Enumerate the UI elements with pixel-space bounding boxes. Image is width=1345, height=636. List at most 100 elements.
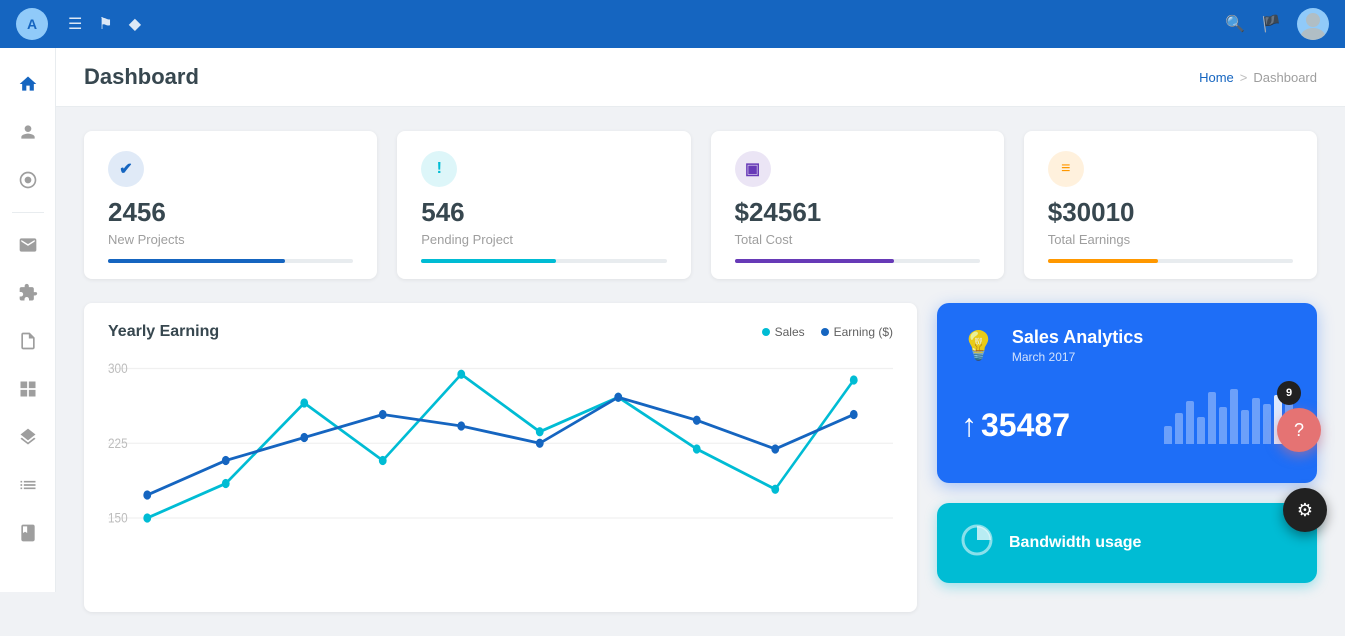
stat-bar-bg-1 [421,259,666,263]
chart-wrapper: 300 225 150 [108,357,893,592]
stat-label-0: New Projects [108,232,353,247]
svg-text:300: 300 [108,360,128,376]
fab-help-button[interactable]: ? [1277,408,1321,452]
page-header: Dashboard Home > Dashboard [56,48,1345,107]
chart-card: Yearly Earning Sales Earning ($) 300 225 … [84,303,917,612]
sidebar-item-users[interactable] [8,112,48,152]
navbar-icons: ☰ ⚑ ◆ [68,14,141,34]
sidebar [0,48,56,592]
pie-icon [961,524,993,563]
analytics-value-row: ↑ 35487 [961,384,1293,444]
legend-item-sales: Sales [762,325,805,339]
stat-bar-bg-2 [735,259,980,263]
stat-label-2: Total Cost [735,232,980,247]
flag-icon[interactable]: ⚑ [98,14,112,34]
breadcrumb-separator: > [1240,70,1248,85]
search-icon[interactable]: 🔍 [1225,14,1245,34]
analytics-value: ↑ 35487 [961,407,1070,444]
page-title: Dashboard [84,64,199,90]
sidebar-item-target[interactable] [8,160,48,200]
analytics-bar-chart [1164,384,1293,444]
yearly-earning-chart: 300 225 150 [108,357,893,587]
stat-card-0: ✔ 2456 New Projects [84,131,377,279]
lightbulb-icon: 💡 [961,329,996,362]
stat-icon-3: ≡ [1048,151,1084,187]
flag-us-icon[interactable]: 🏴 [1261,14,1281,34]
stat-icon-1: ! [421,151,457,187]
stat-bar-fill-2 [735,259,894,263]
chart-title: Yearly Earning [108,323,219,341]
legend-label: Earning ($) [834,325,893,339]
analytics-bar-7 [1241,410,1249,444]
analytics-subtitle: March 2017 [1012,350,1143,364]
legend-dot [821,328,829,336]
navbar-avatar[interactable]: A [16,8,48,40]
breadcrumb-current: Dashboard [1253,70,1317,85]
main-content: Dashboard Home > Dashboard ✔ 2456 New Proj… [56,48,1345,636]
svg-text:225: 225 [108,435,128,451]
chart-legend: Sales Earning ($) [762,325,893,339]
stats-row: ✔ 2456 New Projects! 546 Pending Project ▣ $24… [84,131,1317,279]
sidebar-item-home[interactable] [8,64,48,104]
analytics-arrow: ↑ [961,407,977,444]
sidebar-item-book[interactable] [8,513,48,553]
stat-card-3: ≡ $30010 Total Earnings [1024,131,1317,279]
analytics-badge: 9 [1277,381,1301,405]
fab-settings-button[interactable]: ⚙ [1283,488,1327,532]
stat-bar-fill-1 [421,259,556,263]
sidebar-item-grid[interactable] [8,369,48,409]
sidebar-item-layers[interactable] [8,417,48,457]
analytics-bar-9 [1263,404,1271,444]
breadcrumb: Home > Dashboard [1199,70,1317,85]
user-avatar[interactable] [1297,8,1329,40]
stat-value-2: $24561 [735,197,980,228]
stat-bar-fill-0 [108,259,285,263]
stat-value-0: 2456 [108,197,353,228]
chart-header: Yearly Earning Sales Earning ($) [108,323,893,341]
breadcrumb-home[interactable]: Home [1199,70,1234,85]
stat-bar-bg-0 [108,259,353,263]
diamond-icon[interactable]: ◆ [129,14,141,34]
sidebar-divider-1 [12,212,44,213]
analytics-bar-1 [1175,413,1183,444]
right-cards: 💡 Sales Analytics March 2017 ↑ 35487 [937,303,1317,612]
analytics-bar-4 [1208,392,1216,444]
svg-text:150: 150 [108,510,128,526]
analytics-card: 💡 Sales Analytics March 2017 ↑ 35487 [937,303,1317,483]
analytics-title: Sales Analytics [1012,327,1143,348]
sidebar-item-puzzle[interactable] [8,273,48,313]
analytics-header: 💡 Sales Analytics March 2017 [961,327,1293,364]
stat-bar-fill-3 [1048,259,1158,263]
analytics-bar-3 [1197,417,1205,444]
stat-card-2: ▣ $24561 Total Cost [711,131,1004,279]
navbar-right: 🔍 🏴 [1225,8,1329,40]
bottom-row: Yearly Earning Sales Earning ($) 300 225 … [84,303,1317,612]
stat-card-1: ! 546 Pending Project [397,131,690,279]
stat-value-3: $30010 [1048,197,1293,228]
content-area: ✔ 2456 New Projects! 546 Pending Project ▣ $24… [56,107,1345,636]
analytics-title-block: Sales Analytics March 2017 [1012,327,1143,364]
stat-value-1: 546 [421,197,666,228]
stat-icon-0: ✔ [108,151,144,187]
legend-label: Sales [775,325,805,339]
analytics-bar-6 [1230,389,1238,444]
bandwidth-title: Bandwidth usage [1009,534,1141,552]
navbar-left: A ☰ ⚑ ◆ [16,8,141,40]
analytics-number: 35487 [981,407,1070,444]
legend-item-earning----: Earning ($) [821,325,893,339]
menu-icon[interactable]: ☰ [68,14,82,34]
bandwidth-card: Bandwidth usage [937,503,1317,583]
stat-bar-bg-3 [1048,259,1293,263]
analytics-bar-8 [1252,398,1260,444]
stat-label-3: Total Earnings [1048,232,1293,247]
analytics-bar-5 [1219,407,1227,444]
stat-icon-2: ▣ [735,151,771,187]
sidebar-item-mail[interactable] [8,225,48,265]
sidebar-item-document[interactable] [8,321,48,361]
sidebar-item-list[interactable] [8,465,48,505]
legend-dot [762,328,770,336]
navbar: A ☰ ⚑ ◆ 🔍 🏴 [0,0,1345,48]
analytics-bar-0 [1164,426,1172,444]
analytics-bar-2 [1186,401,1194,444]
stat-label-1: Pending Project [421,232,666,247]
